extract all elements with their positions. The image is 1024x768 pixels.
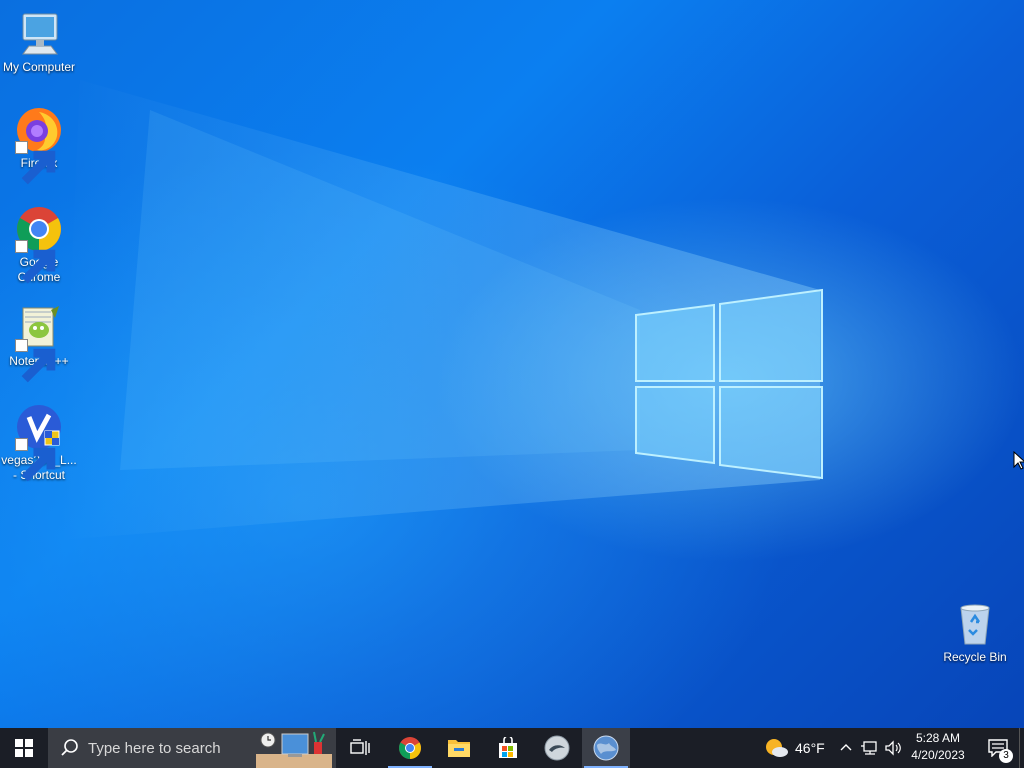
desktop-icon-google-chrome[interactable]: Google Chrome: [0, 205, 79, 285]
taskbar-store-button[interactable]: [484, 728, 532, 768]
show-hidden-icons-button[interactable]: [838, 728, 854, 768]
desktop-icon-label: My Computer: [2, 60, 76, 74]
notification-count-badge: 3: [999, 749, 1013, 763]
app-icon: [544, 735, 570, 761]
desktop-icon-recycle-bin[interactable]: Recycle Bin: [935, 600, 1015, 665]
shortcut-arrow-icon: [15, 240, 56, 284]
action-center-button[interactable]: 3: [980, 728, 1016, 768]
start-button[interactable]: [0, 728, 48, 768]
partly-sunny-icon: [766, 739, 788, 757]
chevron-up-icon: [840, 744, 852, 751]
clock[interactable]: 5:28 AM 4/20/2023: [905, 730, 971, 766]
search-highlight-illustration-icon: [256, 731, 332, 768]
clock-time: 5:28 AM: [915, 731, 961, 745]
chrome-icon: [399, 737, 421, 759]
search-icon: [61, 739, 78, 756]
windows-logo-wallpaper: [635, 288, 823, 480]
recycle-bin-icon: [960, 604, 990, 645]
weather-temperature: 46°F: [795, 740, 825, 756]
store-icon: [499, 737, 517, 758]
task-view-button[interactable]: [336, 728, 384, 768]
network-button[interactable]: [861, 728, 879, 768]
windows-start-icon: [15, 739, 33, 757]
desktop-icon-vegas-shortcut[interactable]: vegas200_L... - Shortcut: [0, 403, 79, 483]
network-icon: [861, 741, 877, 755]
computer-icon: [22, 13, 58, 55]
shortcut-arrow-icon: [15, 141, 56, 185]
taskbar-chrome-button[interactable]: [386, 728, 434, 768]
taskbar-search-box[interactable]: Type here to search: [48, 728, 336, 768]
desktop: My Computer Firefox Google Chrome Notepa…: [0, 0, 1024, 728]
shortcut-arrow-icon: [15, 438, 56, 482]
task-view-icon: [350, 739, 370, 755]
wallpaper-light-beams: [60, 80, 820, 540]
weather-widget[interactable]: 46°F: [764, 728, 825, 768]
taskbar-file-explorer-button[interactable]: [435, 728, 483, 768]
file-explorer-icon: [448, 740, 470, 757]
desktop-icon-notepadpp[interactable]: Notepad++: [0, 304, 79, 383]
shortcut-arrow-icon: [15, 339, 56, 383]
mouse-cursor-icon: [1013, 451, 1024, 470]
desktop-icon-my-computer[interactable]: My Computer: [0, 10, 79, 75]
search-placeholder: Type here to search: [88, 739, 221, 757]
volume-button[interactable]: [884, 728, 902, 768]
clock-date: 4/20/2023: [911, 748, 965, 762]
globe-app-icon: [593, 735, 619, 761]
show-desktop-button[interactable]: [1019, 728, 1024, 768]
speaker-icon: [885, 740, 901, 756]
taskbar: Type here to search 46°F 5:28 AM 4/20/20…: [0, 728, 1024, 768]
desktop-icon-firefox[interactable]: Firefox: [0, 106, 79, 185]
desktop-icon-label: Recycle Bin: [943, 650, 1007, 664]
taskbar-app-button[interactable]: [533, 728, 581, 768]
taskbar-globe-app-button[interactable]: [582, 728, 630, 768]
